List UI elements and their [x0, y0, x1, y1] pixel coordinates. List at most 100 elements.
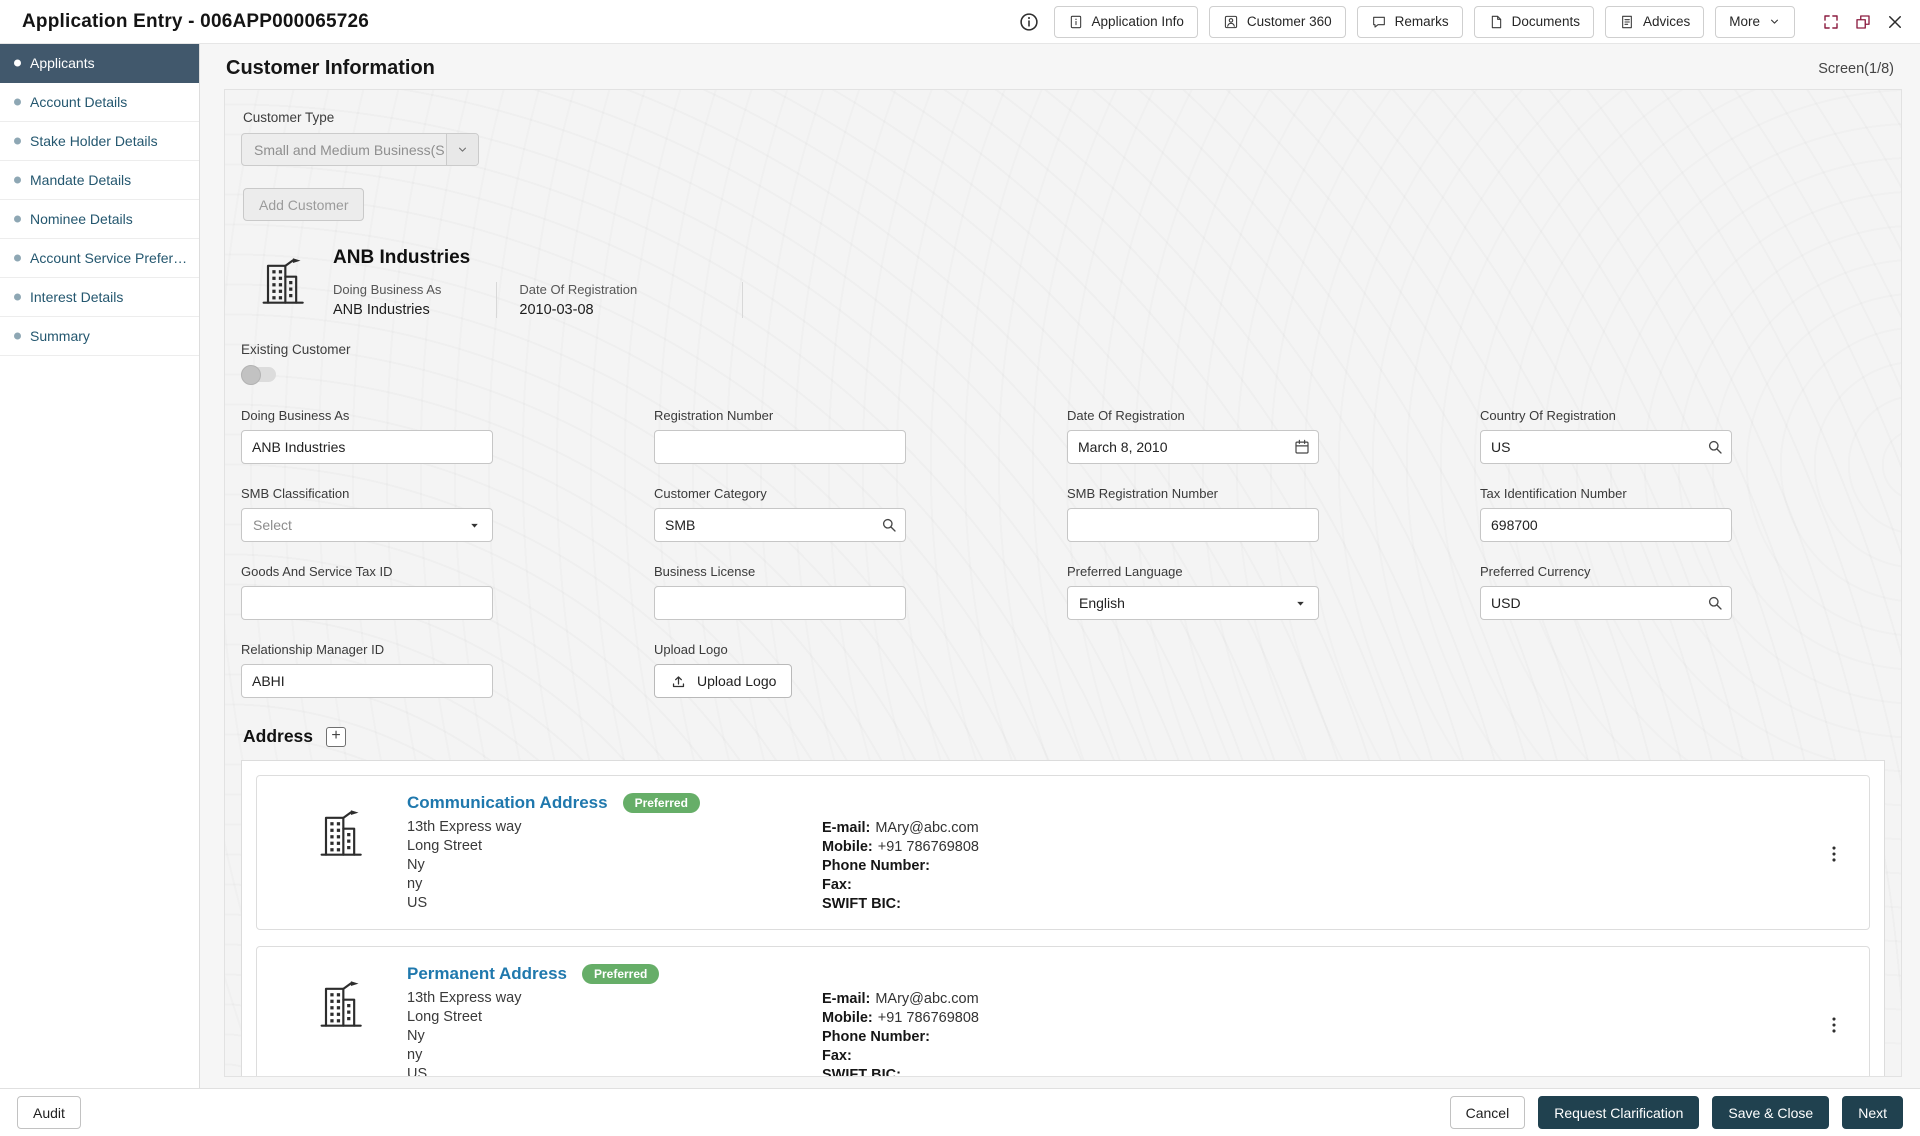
- address-title-link[interactable]: Permanent Address: [407, 964, 567, 984]
- contact-label: Phone Number:: [822, 858, 930, 874]
- preferred-currency-input[interactable]: [1480, 586, 1732, 620]
- search-icon[interactable]: [1706, 594, 1724, 612]
- add-address-button[interactable]: [326, 727, 346, 747]
- customer-360-icon: [1223, 14, 1239, 30]
- bullet-icon: [14, 294, 21, 301]
- contact-row: E-mail:MAry@abc.com: [822, 819, 979, 838]
- sidebar-item-label: Summary: [30, 328, 90, 344]
- field-country-of-registration: Country Of Registration: [1480, 408, 1893, 464]
- upload-logo-label: Upload Logo: [697, 673, 776, 689]
- existing-customer-toggle[interactable]: [241, 367, 276, 382]
- upload-icon: [670, 673, 687, 690]
- kebab-menu-icon[interactable]: [1823, 1014, 1845, 1036]
- request-clarification-button[interactable]: Request Clarification: [1538, 1096, 1699, 1129]
- dropdown-caret-icon: [1294, 597, 1307, 610]
- customer-360-button[interactable]: Customer 360: [1209, 6, 1346, 38]
- fullscreen-icon[interactable]: [1822, 13, 1840, 31]
- address-line: ny: [407, 1046, 822, 1065]
- address-lines: 13th Express way Long Street Ny ny US: [407, 818, 822, 913]
- application-info-button[interactable]: Application Info: [1054, 6, 1198, 38]
- address-section-title: Address: [243, 726, 313, 747]
- field-doing-business-as: Doing Business As: [241, 408, 654, 464]
- main-content: Customer Information Screen(1/8) Custome…: [200, 44, 1920, 1088]
- dba-value: ANB Industries: [333, 302, 441, 318]
- registration-date-block: Date Of Registration 2010-03-08: [496, 282, 743, 318]
- registration-number-input[interactable]: [654, 430, 906, 464]
- add-customer-button[interactable]: Add Customer: [243, 188, 364, 221]
- sidebar-item-applicants[interactable]: Applicants: [0, 44, 199, 83]
- sidebar-item-account-service-preferences[interactable]: Account Service Prefere…: [0, 239, 199, 278]
- more-label: More: [1729, 14, 1760, 29]
- bullet-icon: [14, 333, 21, 340]
- customer-category-input[interactable]: [654, 508, 906, 542]
- country-of-registration-input[interactable]: [1480, 430, 1732, 464]
- sidebar-item-stake-holder-details[interactable]: Stake Holder Details: [0, 122, 199, 161]
- search-icon[interactable]: [880, 516, 898, 534]
- registration-date-label: Date Of Registration: [519, 282, 637, 297]
- address-details: Communication Address Preferred 13th Exp…: [407, 793, 822, 913]
- remarks-button[interactable]: Remarks: [1357, 6, 1463, 38]
- application-info-icon: [1068, 14, 1084, 30]
- field-upload-logo: Upload Logo Upload Logo: [654, 642, 1067, 698]
- advices-button[interactable]: Advices: [1605, 6, 1704, 38]
- smb-classification-select[interactable]: Select: [241, 508, 493, 542]
- sidebar-item-summary[interactable]: Summary: [0, 317, 199, 356]
- preferred-language-select[interactable]: English: [1067, 586, 1319, 620]
- sidebar-item-interest-details[interactable]: Interest Details: [0, 278, 199, 317]
- sidebar-item-mandate-details[interactable]: Mandate Details: [0, 161, 199, 200]
- save-close-button[interactable]: Save & Close: [1712, 1096, 1829, 1129]
- header-actions: Application Info Customer 360 Remarks Do…: [1018, 6, 1904, 38]
- address-lines: 13th Express way Long Street Ny ny US: [407, 989, 822, 1077]
- address-card-permanent: Permanent Address Preferred 13th Express…: [256, 946, 1870, 1077]
- smb-registration-number-input[interactable]: [1067, 508, 1319, 542]
- goods-and-service-tax-id-input[interactable]: [241, 586, 493, 620]
- address-line: US: [407, 894, 822, 913]
- address-line: 13th Express way: [407, 818, 822, 837]
- kebab-menu-icon[interactable]: [1823, 843, 1845, 865]
- field-business-license: Business License: [654, 564, 1067, 620]
- upload-logo-button[interactable]: Upload Logo: [654, 664, 792, 698]
- business-license-input[interactable]: [654, 586, 906, 620]
- page-title: Customer Information: [226, 57, 435, 80]
- contact-label: Mobile:: [822, 839, 873, 855]
- building-icon: [255, 255, 307, 307]
- field-label: Relationship Manager ID: [241, 642, 654, 657]
- field-label: SMB Registration Number: [1067, 486, 1480, 501]
- search-icon[interactable]: [1706, 438, 1724, 456]
- field-label: Country Of Registration: [1480, 408, 1893, 423]
- contact-value: +91 786769808: [878, 1010, 979, 1026]
- calendar-icon[interactable]: [1293, 438, 1311, 456]
- select-value: English: [1079, 595, 1125, 611]
- contact-row: Fax:: [822, 1047, 979, 1066]
- address-line: Ny: [407, 856, 822, 875]
- doing-business-as-input[interactable]: [241, 430, 493, 464]
- field-tax-identification-number: Tax Identification Number: [1480, 486, 1893, 542]
- documents-button[interactable]: Documents: [1474, 6, 1594, 38]
- layout-icon[interactable]: [1854, 13, 1872, 31]
- field-date-of-registration: Date Of Registration: [1067, 408, 1480, 464]
- toggle-knob: [241, 365, 261, 385]
- address-line: Ny: [407, 1027, 822, 1046]
- sidebar-item-nominee-details[interactable]: Nominee Details: [0, 200, 199, 239]
- field-relationship-manager-id: Relationship Manager ID: [241, 642, 654, 698]
- tax-identification-number-input[interactable]: [1480, 508, 1732, 542]
- cancel-button[interactable]: Cancel: [1450, 1096, 1526, 1129]
- sidebar-item-label: Applicants: [30, 55, 95, 71]
- advices-label: Advices: [1643, 14, 1690, 29]
- sidebar: Applicants Account Details Stake Holder …: [0, 44, 200, 1088]
- customer-type-select[interactable]: Small and Medium Business(S: [241, 133, 479, 166]
- address-contact: E-mail:MAry@abc.com Mobile:+91 786769808…: [822, 990, 979, 1077]
- more-button[interactable]: More: [1715, 6, 1795, 38]
- contact-value: MAry@abc.com: [875, 991, 978, 1007]
- address-line: Long Street: [407, 837, 822, 856]
- remarks-icon: [1371, 14, 1387, 30]
- address-title-link[interactable]: Communication Address: [407, 793, 608, 813]
- sidebar-item-account-details[interactable]: Account Details: [0, 83, 199, 122]
- close-icon[interactable]: [1886, 13, 1904, 31]
- audit-button[interactable]: Audit: [17, 1096, 81, 1129]
- contact-value: +91 786769808: [878, 839, 979, 855]
- info-icon[interactable]: [1018, 11, 1040, 33]
- next-button[interactable]: Next: [1842, 1096, 1903, 1129]
- relationship-manager-id-input[interactable]: [241, 664, 493, 698]
- date-of-registration-input[interactable]: [1067, 430, 1319, 464]
